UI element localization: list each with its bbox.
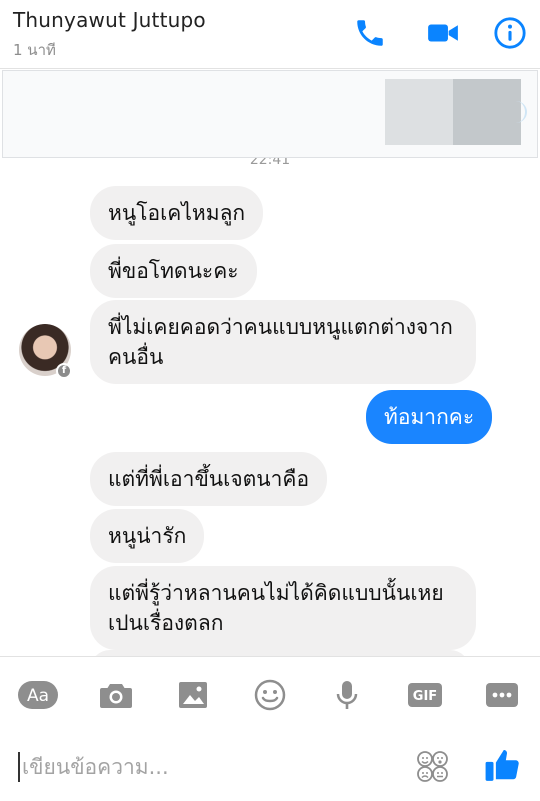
message-bubble-incoming[interactable]: พี่ขอโทดนะคะ: [90, 244, 257, 298]
sticker-icon[interactable]: [250, 675, 290, 715]
more-icon[interactable]: [482, 675, 522, 715]
facebook-badge-icon: f: [56, 363, 72, 379]
phone-icon[interactable]: [353, 16, 387, 50]
contact-active-status: 1 นาที: [13, 41, 56, 59]
like-icon[interactable]: [484, 746, 522, 784]
message-input[interactable]: เขียนข้อความ...: [22, 750, 382, 784]
message-bubble-incoming[interactable]: พี่ไม่เคยคอดว่าคนแบบหนูแตกต่างจากคนอื่น: [90, 300, 476, 384]
video-camera-icon[interactable]: [425, 16, 461, 50]
contact-name[interactable]: Thunyawut Juttupo: [13, 8, 206, 32]
conversation-header: Thunyawut Juttupo 1 นาที: [0, 0, 540, 69]
microphone-icon[interactable]: [327, 675, 367, 715]
message-bubble-outgoing[interactable]: ท้อมากคะ: [366, 390, 493, 444]
message-thread: 22:41 หนูโอเคไหมลูก พี่ขอโทดนะคะ พี่ไม่เ…: [0, 158, 540, 656]
info-icon[interactable]: [493, 16, 527, 50]
emoji-icon[interactable]: [414, 748, 450, 784]
message-bubble-incoming[interactable]: หนูน่ารัก: [90, 509, 205, 563]
preview-thumbnail: [453, 79, 521, 145]
gallery-icon[interactable]: [173, 675, 213, 715]
share-icon: [515, 101, 527, 123]
text-caret: [18, 752, 20, 782]
text-style-icon[interactable]: Aa: [18, 675, 58, 715]
gif-icon[interactable]: GIF: [405, 675, 445, 715]
message-timestamp: 22:41: [249, 158, 291, 168]
message-bubble-incoming[interactable]: หนูโอเคไหมลูก: [90, 186, 264, 240]
link-preview-card[interactable]: [2, 70, 538, 158]
composer-toolbar: Aa GIF: [0, 656, 540, 733]
message-composer: เขียนข้อความ...: [0, 732, 540, 801]
text-style-label: Aa: [27, 686, 49, 706]
message-bubble-incoming[interactable]: แต่พี่รู้ว่าหลานคนไม่ได้คิดแบบนั้นเหยเปน…: [90, 566, 476, 650]
gif-label: GIF: [413, 689, 437, 704]
message-bubble-incoming[interactable]: แต่ที่พี่เอาขึ้นเจตนาคือ: [90, 452, 328, 506]
preview-thumbnail: [385, 79, 453, 145]
camera-icon[interactable]: [96, 675, 136, 715]
